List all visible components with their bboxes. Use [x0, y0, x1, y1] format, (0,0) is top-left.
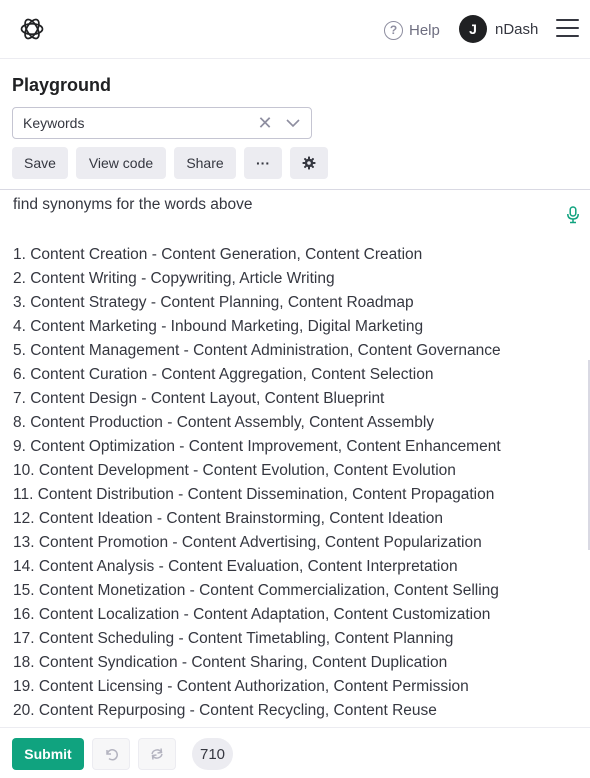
top-bar: ? Help J nDash [0, 0, 590, 59]
list-item: 18. Content Syndication - Content Sharin… [13, 654, 448, 671]
list-item: 16. Content Localization - Content Adapt… [13, 606, 491, 623]
list-item: 12. Content Ideation - Content Brainstor… [13, 510, 443, 527]
list-item: 9. Content Optimization - Content Improv… [13, 438, 501, 455]
prompt-editor[interactable]: find synonyms for the words above 1. Con… [0, 189, 590, 727]
list-item: 5. Content Management - Content Administ… [13, 342, 501, 359]
close-icon[interactable]: ✕ [257, 113, 273, 133]
menu-line [556, 26, 579, 30]
list-item: 20. Content Repurposing - Content Recycl… [13, 702, 437, 719]
list-item: 4. Content Marketing - Inbound Marketing… [13, 318, 424, 335]
list-item: 13. Content Promotion - Content Advertis… [13, 534, 482, 551]
list-item: 7. Content Design - Content Layout, Cont… [13, 390, 385, 407]
preset-value: Keywords [23, 115, 85, 131]
redo-icon [151, 748, 163, 760]
list-item: 6. Content Curation - Content Aggregatio… [13, 366, 434, 383]
help-circle-icon: ? [384, 20, 403, 40]
preset-select[interactable]: Keywords ✕ [12, 107, 312, 139]
submit-button[interactable]: Submit [12, 738, 84, 770]
list-item: 1. Content Creation - Content Generation… [13, 246, 423, 263]
gear-icon [302, 156, 316, 170]
list-item: 15. Content Monetization - Content Comme… [13, 582, 499, 599]
chevron-down-icon[interactable] [285, 114, 301, 132]
redo-button[interactable] [138, 738, 176, 770]
page-title: Playground [12, 75, 112, 95]
avatar: J [459, 15, 487, 43]
list-item: 11. Content Distribution - Content Disse… [13, 486, 495, 503]
hamburger-menu-icon[interactable] [556, 19, 579, 37]
list-item: 3. Content Strategy - Content Planning, … [13, 294, 414, 311]
menu-line [556, 34, 579, 37]
more-options-button[interactable]: ··· [244, 147, 282, 179]
microphone-icon[interactable] [566, 206, 580, 224]
save-button[interactable]: Save [12, 147, 68, 179]
user-name: nDash [495, 20, 539, 38]
help-link[interactable]: ? Help [384, 19, 440, 41]
list-item: 19. Content Licensing - Content Authoriz… [13, 678, 469, 695]
user-menu[interactable]: J nDash [459, 15, 538, 43]
footer-bar: Submit 710 [0, 727, 590, 778]
view-code-button[interactable]: View code [76, 147, 166, 179]
prompt-text: find synonyms for the words above [13, 196, 253, 213]
undo-icon [106, 749, 118, 761]
token-count: 710 [192, 738, 233, 770]
settings-button[interactable] [290, 147, 328, 179]
list-item: 2. Content Writing - Copywriting, Articl… [13, 270, 335, 287]
list-item: 10. Content Development - Content Evolut… [13, 462, 456, 479]
openai-logo-icon[interactable] [19, 16, 45, 42]
undo-button[interactable] [92, 738, 130, 770]
list-item: 8. Content Production - Content Assembly… [13, 414, 435, 431]
share-button[interactable]: Share [174, 147, 236, 179]
completion-list: 1. Content Creation - Content Generation… [13, 243, 501, 723]
menu-line [556, 19, 579, 22]
help-label: Help [409, 21, 440, 39]
list-item: 14. Content Analysis - Content Evaluatio… [13, 558, 458, 575]
list-item: 17. Content Scheduling - Content Timetab… [13, 630, 454, 647]
